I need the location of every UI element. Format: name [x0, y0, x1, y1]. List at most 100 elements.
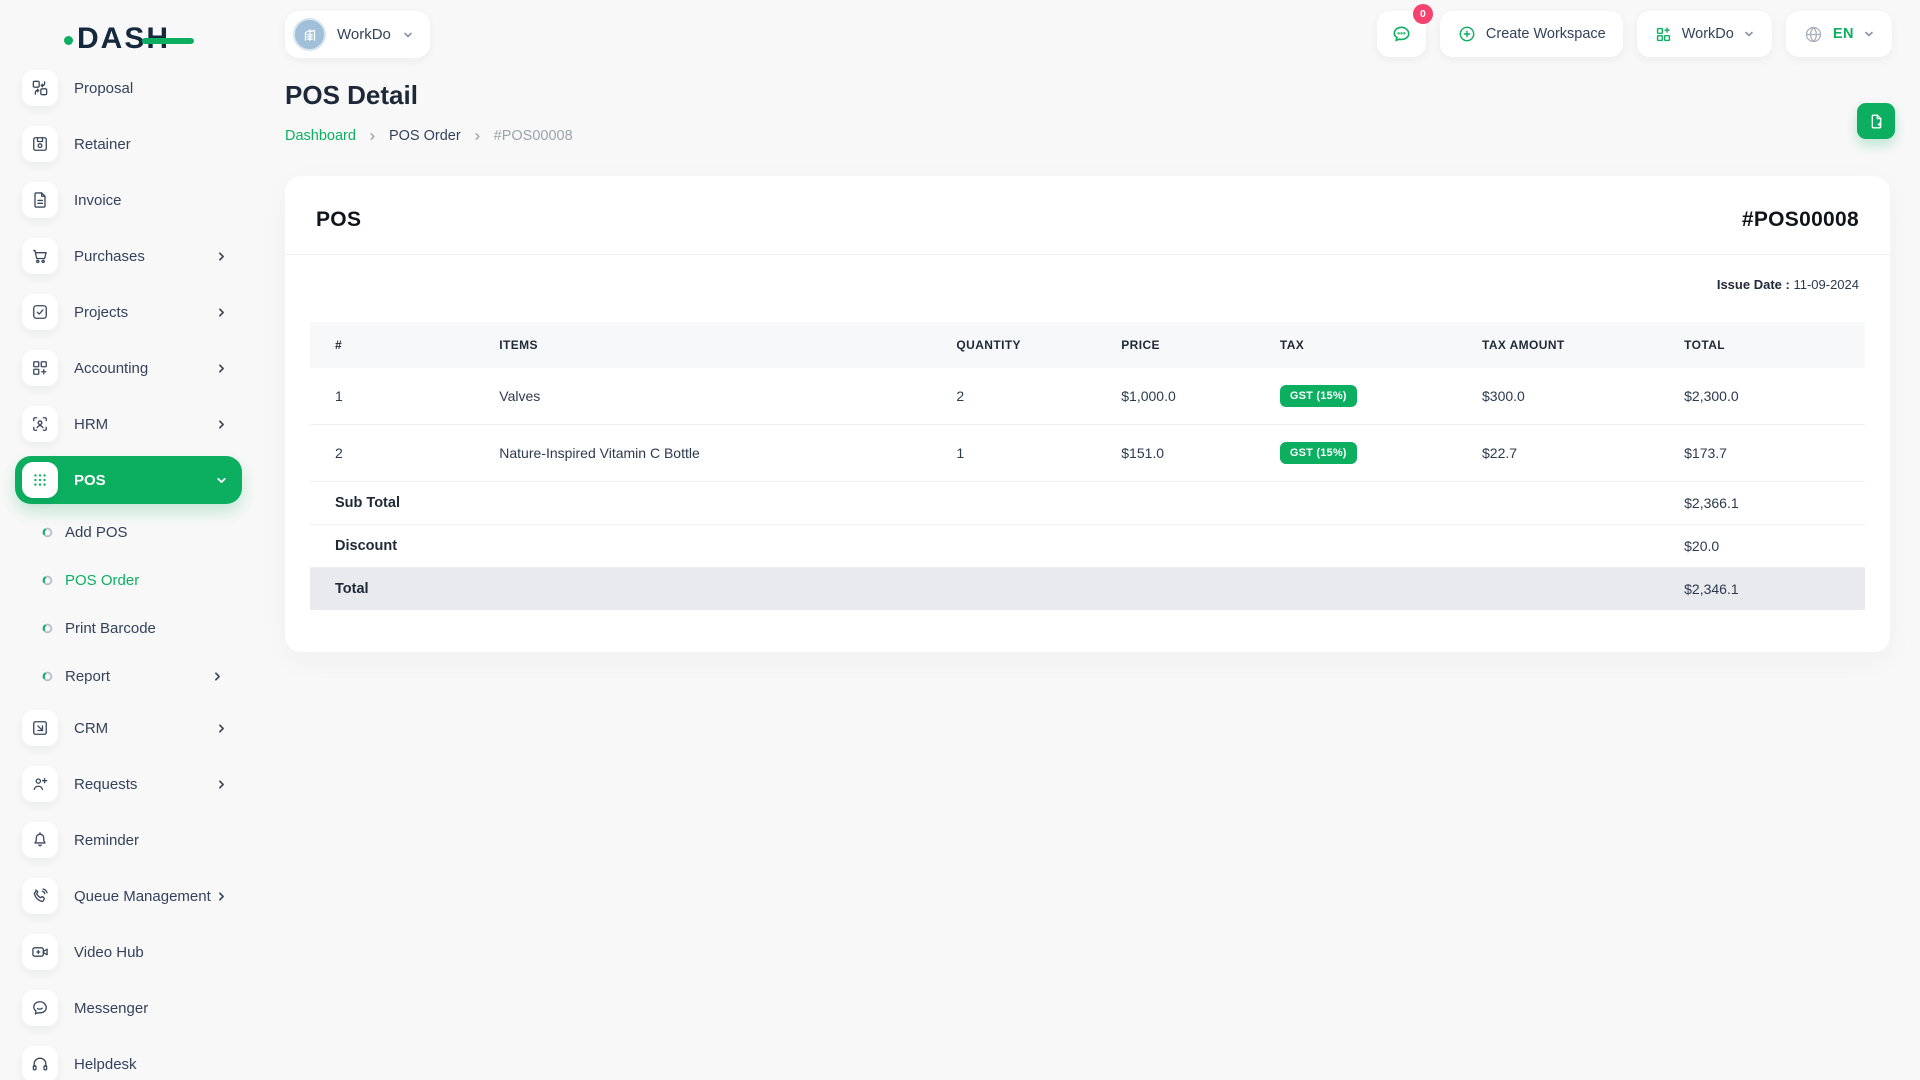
cell-index: 2: [310, 424, 488, 482]
sidebar-item-accounting[interactable]: Accounting: [15, 340, 242, 396]
chevron-right-icon: [367, 131, 378, 142]
chevron-right-icon: [215, 418, 228, 431]
total-label: Total: [310, 567, 1673, 610]
file-export-icon: [1871, 113, 1881, 129]
reminder-icon: [22, 822, 58, 858]
col-tax: TAX: [1267, 322, 1470, 368]
sidebar-item-retainer[interactable]: Retainer: [15, 116, 242, 172]
chevron-down-icon: [1745, 31, 1753, 37]
total-row: Total $2,346.1: [310, 567, 1865, 610]
sidebar-item-projects[interactable]: Projects: [15, 284, 242, 340]
pos-items-table: # ITEMS QUANTITY PRICE TAX TAX AMOUNT TO…: [310, 322, 1865, 610]
cell-index: 1: [310, 368, 488, 425]
sidebar-item-invoice[interactable]: Invoice: [15, 172, 242, 228]
col-price: PRICE: [1109, 322, 1268, 368]
messages-count-badge: 0: [1412, 4, 1433, 24]
bullet-icon: [42, 527, 53, 537]
divider: [285, 254, 1890, 255]
sidebar-item-queue-management[interactable]: Queue Management: [15, 868, 242, 924]
chevron-right-icon: [215, 722, 228, 735]
workspace-selector[interactable]: WorkDo: [285, 11, 430, 58]
subtotal-value: $2,366.1: [1672, 481, 1865, 525]
cell-item: Valves: [487, 368, 945, 425]
bullet-icon: [42, 671, 53, 681]
accounting-icon: [22, 350, 58, 386]
chat-bubble-icon: [1393, 25, 1410, 42]
sidebar-item-hrm[interactable]: HRM: [15, 396, 242, 452]
col-total: TOTAL: [1672, 322, 1865, 368]
logo-dot-icon: [64, 36, 73, 45]
discount-row: Discount $20.0: [310, 524, 1865, 568]
chevron-right-icon: [211, 670, 224, 683]
chevron-down-icon: [404, 32, 412, 38]
chevron-right-icon: [472, 131, 483, 142]
sidebar-item-report[interactable]: Report: [0, 652, 256, 700]
breadcrumb-dashboard-link[interactable]: Dashboard: [285, 128, 356, 144]
chevron-right-icon: [215, 306, 228, 319]
table-header-row: # ITEMS QUANTITY PRICE TAX TAX AMOUNT TO…: [310, 322, 1865, 368]
workdo-menu-label: WorkDo: [1681, 26, 1734, 42]
discount-value: $20.0: [1672, 524, 1865, 568]
chevron-right-icon: [215, 890, 228, 903]
sidebar-item-proposal[interactable]: Proposal: [15, 60, 242, 116]
issue-date-value: 11-09-2024: [1793, 277, 1859, 292]
cell-quantity: 1: [944, 424, 1110, 482]
cell-tax: GST (15%): [1267, 368, 1470, 425]
sidebar-item-messenger[interactable]: Messenger: [15, 980, 242, 1036]
workdo-menu-button[interactable]: WorkDo: [1636, 11, 1772, 57]
requests-icon: [22, 766, 58, 802]
sidebar-item-video-hub[interactable]: Video Hub: [15, 924, 242, 980]
sidebar-item-print-barcode[interactable]: Print Barcode: [0, 604, 256, 652]
top-header: DASH WorkDo 0 Create Workspace WorkDo EN: [0, 0, 1920, 70]
projects-icon: [22, 294, 58, 330]
cell-quantity: 2: [944, 368, 1110, 425]
sidebar-item-reminder[interactable]: Reminder: [15, 812, 242, 868]
sidebar-item-pos-order[interactable]: POS Order: [0, 556, 256, 604]
export-pos-button[interactable]: [1857, 103, 1895, 139]
logo-dash-icon: [142, 38, 194, 44]
crm-icon: [22, 710, 58, 746]
discount-label: Discount: [310, 524, 1673, 568]
invoice-icon: [22, 182, 58, 218]
video-icon: [22, 934, 58, 970]
breadcrumb: Dashboard POS Order #POS00008: [285, 128, 573, 144]
create-workspace-button[interactable]: Create Workspace: [1439, 11, 1623, 57]
header-actions: 0 Create Workspace WorkDo EN: [1376, 4, 1892, 57]
grid-plus-icon: [1656, 26, 1670, 41]
dash-logo[interactable]: DASH: [64, 22, 204, 56]
subtotal-row: Sub Total $2,366.1: [310, 481, 1865, 525]
breadcrumb-pos-order[interactable]: POS Order: [389, 128, 461, 144]
issue-date: Issue Date : 11-09-2024: [310, 277, 1865, 292]
messenger-icon: [22, 990, 58, 1026]
bullet-icon: [42, 575, 53, 585]
cell-tax-amount: $300.0: [1470, 368, 1673, 425]
messages-button[interactable]: 0: [1376, 4, 1433, 57]
cell-item: Nature-Inspired Vitamin C Bottle: [487, 424, 945, 482]
language-selector[interactable]: EN: [1785, 11, 1892, 57]
pos-icon: [22, 462, 58, 498]
sidebar-item-helpdesk[interactable]: Helpdesk: [15, 1036, 242, 1080]
sidebar-item-purchases[interactable]: Purchases: [15, 228, 242, 284]
cell-total: $173.7: [1672, 424, 1865, 482]
col-index: #: [310, 322, 488, 368]
chevron-right-icon: [215, 250, 228, 263]
workspace-avatar: [293, 18, 326, 51]
issue-date-label: Issue Date :: [1716, 277, 1790, 292]
sidebar-item-crm[interactable]: CRM: [15, 700, 242, 756]
sidebar-item-pos[interactable]: POS: [15, 456, 242, 504]
retainer-icon: [22, 126, 58, 162]
tax-badge: GST (15%): [1279, 442, 1357, 464]
cell-tax-amount: $22.7: [1470, 424, 1673, 482]
card-header: POS #POS00008: [310, 208, 1865, 232]
hrm-icon: [22, 406, 58, 442]
table-row: 1 Valves 2 $1,000.0 GST (15%) $300.0 $2,…: [310, 368, 1865, 425]
globe-icon: [1805, 26, 1821, 42]
page-title: POS Detail: [285, 80, 418, 110]
cell-total: $2,300.0: [1672, 368, 1865, 425]
sidebar-item-add-pos[interactable]: Add POS: [0, 508, 256, 556]
pos-number: #POS00008: [1741, 208, 1859, 231]
chevron-down-icon: [1865, 31, 1873, 37]
sidebar-item-requests[interactable]: Requests: [15, 756, 242, 812]
cell-price: $1,000.0: [1109, 368, 1268, 425]
col-items: ITEMS: [487, 322, 945, 368]
